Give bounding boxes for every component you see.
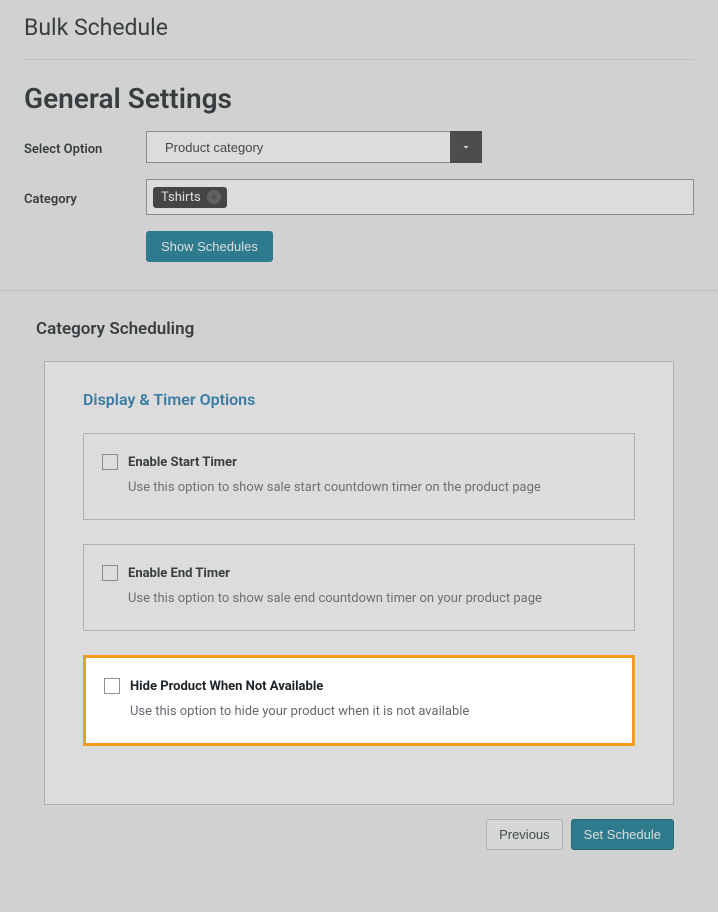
hide-product-title: Hide Product When Not Available xyxy=(130,679,323,694)
category-input[interactable]: Tshirts xyxy=(146,179,694,215)
general-settings-heading: General Settings xyxy=(24,60,694,131)
footer-buttons: Previous Set Schedule xyxy=(24,805,694,850)
select-option-wrapper xyxy=(146,131,482,163)
enable-end-timer-desc: Use this option to show sale end countdo… xyxy=(128,591,616,606)
enable-end-timer-box: Enable End Timer Use this option to show… xyxy=(83,544,635,631)
enable-end-timer-checkbox[interactable] xyxy=(102,565,118,581)
select-option-dropdown[interactable] xyxy=(146,131,482,163)
panel-heading: Display & Timer Options xyxy=(83,390,635,409)
page-title: Bulk Schedule xyxy=(24,0,694,60)
category-tag-label: Tshirts xyxy=(161,190,201,205)
hide-product-desc: Use this option to hide your product whe… xyxy=(130,704,614,719)
enable-start-timer-title: Enable Start Timer xyxy=(128,455,237,470)
enable-start-timer-desc: Use this option to show sale start count… xyxy=(128,480,616,495)
previous-button[interactable]: Previous xyxy=(486,819,563,850)
show-schedules-row: Show Schedules xyxy=(146,231,694,262)
select-option-row: Select Option xyxy=(24,131,694,163)
enable-start-timer-checkbox[interactable] xyxy=(102,454,118,470)
enable-start-timer-box: Enable Start Timer Use this option to sh… xyxy=(83,433,635,520)
show-schedules-button[interactable]: Show Schedules xyxy=(146,231,273,262)
timer-options-panel: Display & Timer Options Enable Start Tim… xyxy=(44,361,674,805)
category-row: Category Tshirts xyxy=(24,179,694,215)
category-label: Category xyxy=(24,188,146,207)
select-option-label: Select Option xyxy=(24,138,146,157)
remove-tag-icon[interactable] xyxy=(207,190,221,204)
category-tag: Tshirts xyxy=(153,187,227,208)
hide-product-box: Hide Product When Not Available Use this… xyxy=(83,655,635,746)
set-schedule-button[interactable]: Set Schedule xyxy=(571,819,674,850)
hide-product-checkbox[interactable] xyxy=(104,678,120,694)
enable-end-timer-title: Enable End Timer xyxy=(128,566,230,581)
category-scheduling-heading: Category Scheduling xyxy=(24,291,694,361)
